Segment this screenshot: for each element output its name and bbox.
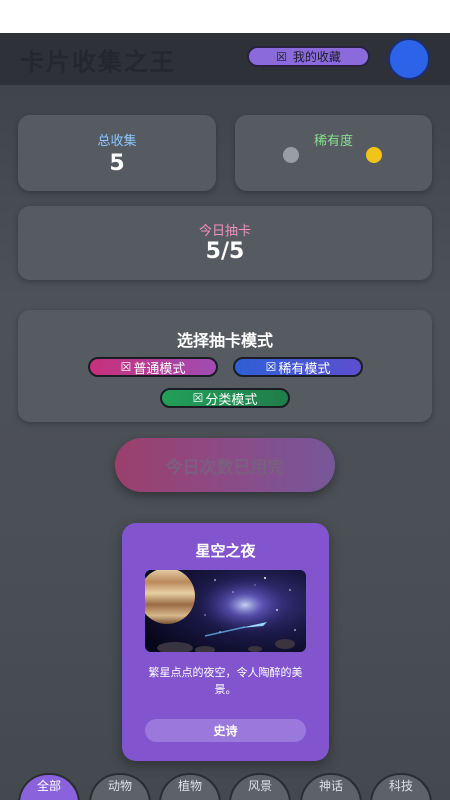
tab-scenery[interactable]: 风景 — [229, 773, 291, 800]
tab-label: 风景 — [247, 779, 272, 793]
total-collection-card: 总收集 5 — [18, 115, 216, 191]
category-mode-label: 分类模式 — [205, 392, 258, 408]
tab-mythology[interactable]: 神话 — [300, 773, 362, 800]
today-draws-value: 5/5 — [205, 239, 245, 264]
mode-icon: ☒ — [265, 360, 277, 374]
mode-icon: ☒ — [192, 391, 204, 405]
tab-label: 全部 — [36, 779, 61, 793]
tab-label: 科技 — [388, 779, 413, 793]
app-title: 卡片收集之王 — [20, 48, 176, 76]
featured-card-rarity-badge: 史诗 — [145, 719, 306, 742]
featured-card-title: 星空之夜 — [195, 542, 256, 560]
tab-plants[interactable]: 植物 — [159, 773, 221, 800]
favorites-label: 我的收藏 — [292, 50, 341, 64]
tab-label: 植物 — [177, 779, 202, 793]
featured-card-image — [145, 570, 306, 652]
featured-card-description: 繁星点点的夜空，令人陶醉的美景。 — [148, 666, 303, 696]
favorites-button[interactable]: ☒ 我的收藏 — [247, 46, 370, 67]
tab-label: 动物 — [107, 779, 132, 793]
normal-mode-label: 普通模式 — [133, 361, 186, 377]
rarity-dot-common — [283, 147, 299, 163]
draw-mode-title: 选择抽卡模式 — [176, 331, 273, 350]
rarity-card: 稀有度 — [235, 115, 432, 191]
mode-icon: ☒ — [120, 360, 132, 374]
tab-all[interactable]: 全部 — [18, 773, 80, 800]
category-mode-button[interactable]: ☒ 分类模式 — [160, 388, 290, 408]
draw-mode-panel: 选择抽卡模式 ☒ 普通模式 ☒ 稀有模式 ☒ 分类模式 — [18, 310, 432, 422]
total-collection-value: 5 — [109, 151, 125, 176]
featured-card[interactable]: 星空之夜 繁星点点的夜空，令人陶醉的美景。 史诗 — [122, 523, 329, 761]
top-bar: 卡片收集之王 ☒ 我的收藏 — [0, 33, 450, 85]
total-collection-label: 总收集 — [97, 134, 137, 149]
normal-mode-button[interactable]: ☒ 普通模式 — [88, 357, 218, 377]
app-screen: 卡片收集之王 ☒ 我的收藏 总收集 5 稀有度 今日抽卡 5/5 选择抽卡模式 … — [0, 33, 450, 800]
avatar[interactable] — [388, 38, 430, 80]
rarity-dot-legendary — [366, 147, 382, 163]
draw-card-button[interactable]: 今日次数已用完 — [115, 438, 335, 492]
favorites-icon: ☒ — [276, 49, 287, 64]
today-draws-label: 今日抽卡 — [198, 224, 251, 239]
tab-technology[interactable]: 科技 — [370, 773, 432, 800]
category-tabs: 全部 动物 植物 风景 神话 科技 — [0, 773, 450, 800]
tab-animals[interactable]: 动物 — [89, 773, 151, 800]
today-draws-card: 今日抽卡 5/5 — [18, 206, 432, 280]
rare-mode-button[interactable]: ☒ 稀有模式 — [233, 357, 363, 377]
rare-mode-label: 稀有模式 — [278, 361, 331, 377]
tab-label: 神话 — [318, 779, 343, 793]
rarity-label: 稀有度 — [313, 134, 353, 149]
